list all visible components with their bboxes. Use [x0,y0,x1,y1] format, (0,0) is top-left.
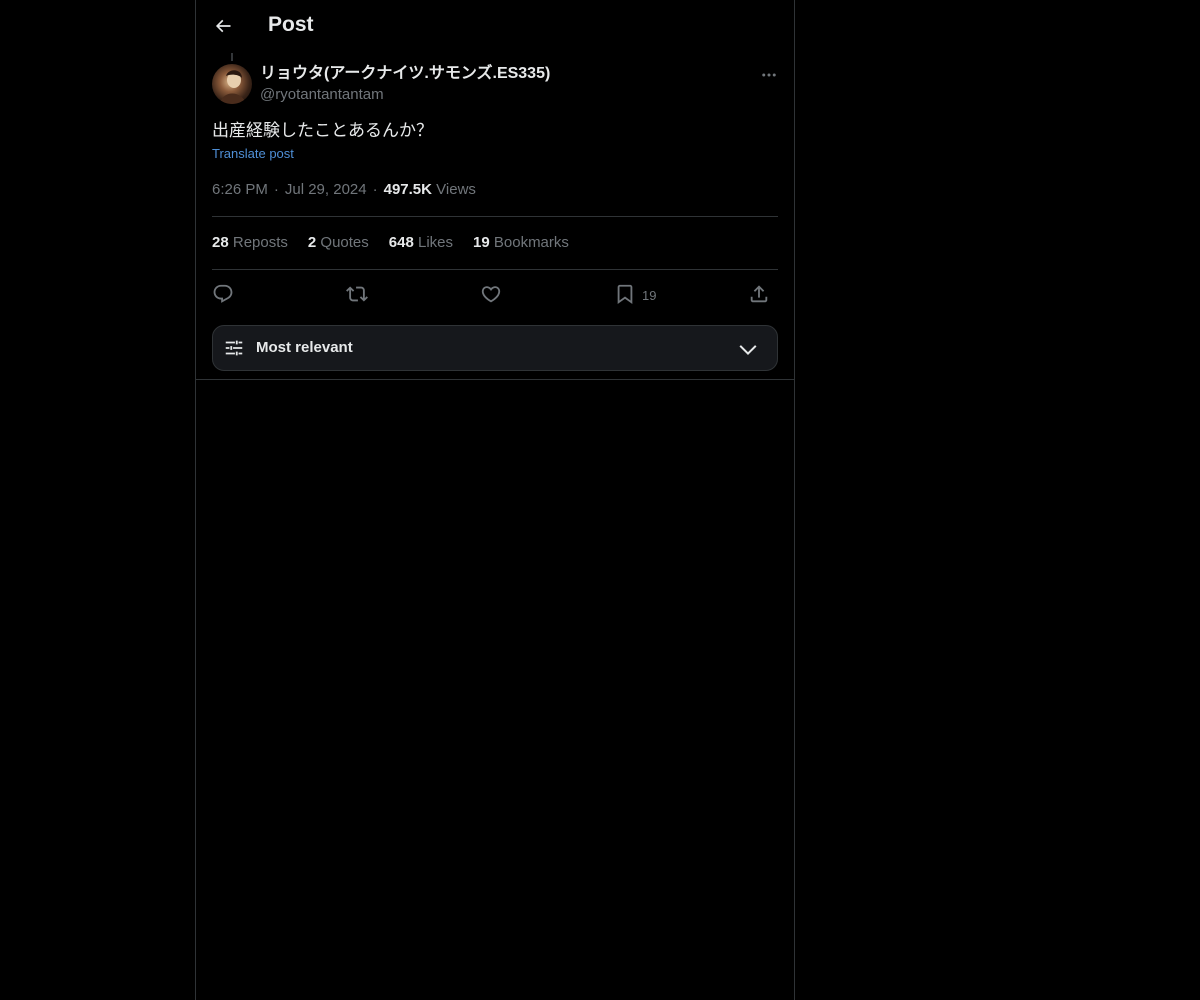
share-button[interactable] [748,280,770,308]
post-date[interactable]: Jul 29, 2024 [285,181,367,198]
page-title: Post [268,13,314,36]
views-label: Views [436,181,476,198]
reply-sort-dropdown[interactable]: Most relevant [212,325,778,371]
post-text: 出産経験したことあるんか？ [212,121,433,141]
bookmark-icon [617,284,633,305]
reply-button[interactable] [212,280,234,308]
reposts-label: Reposts [232,234,288,251]
reply-icon [213,284,233,303]
likes-label: Likes [417,234,454,251]
author-display-name[interactable]: リョウタ(アークナイツ.サモンズ.ES335) [260,64,550,84]
sliders-icon [225,340,243,356]
more-horizontal-icon [762,73,776,77]
post-meta: 6:26 PM · Jul 29, 2024 · 497.5K Views [212,181,476,198]
post-time[interactable]: 6:26 PM [212,181,268,198]
chevron-down-icon [739,345,757,356]
action-bar: 19 [212,280,778,308]
bookmark-count: 19 [642,288,657,303]
post-author: リョウタ(アークナイツ.サモンズ.ES335) @ryotantantantam [260,64,550,105]
thread-line [231,53,233,61]
share-icon [750,285,768,303]
likes-stat[interactable]: 648 Likes [389,234,453,251]
heart-icon [481,286,501,303]
separator-dot: · [372,181,378,198]
bookmark-button[interactable]: 19 [614,280,656,308]
bookmarks-count: 19 [473,234,490,251]
likes-count: 648 [388,234,414,251]
quotes-stat[interactable]: 2 Quotes [308,234,369,251]
post-stats: 28 Reposts 2 Quotes 648 Likes 19 Bookmar… [212,234,569,251]
section-divider [196,379,794,380]
quotes-label: Quotes [320,234,369,251]
arrow-left-icon [215,19,231,33]
author-handle[interactable]: @ryotantantantam [260,85,550,105]
reposts-stat[interactable]: 28 Reposts [212,234,288,251]
avatar[interactable] [212,64,252,104]
sort-label: Most relevant [256,339,353,356]
repost-button[interactable] [346,280,368,308]
back-button[interactable] [206,9,240,43]
bookmarks-stat[interactable]: 19 Bookmarks [473,234,569,251]
more-options-button[interactable] [754,62,784,88]
like-button[interactable] [480,280,502,308]
post-column: Post リョウタ(アークナイツ.サモンズ.ES335) @ryotantant… [195,0,795,1000]
translate-post-link[interactable]: Translate post [212,146,294,161]
quotes-count: 2 [307,234,317,251]
separator-dot: · [273,181,279,198]
repost-icon [346,286,368,302]
divider [212,269,778,270]
divider [212,216,778,217]
bookmarks-label: Bookmarks [493,234,569,251]
header: Post [196,0,794,53]
reposts-count: 28 [212,234,229,251]
views-count: 497.5K [383,181,432,198]
